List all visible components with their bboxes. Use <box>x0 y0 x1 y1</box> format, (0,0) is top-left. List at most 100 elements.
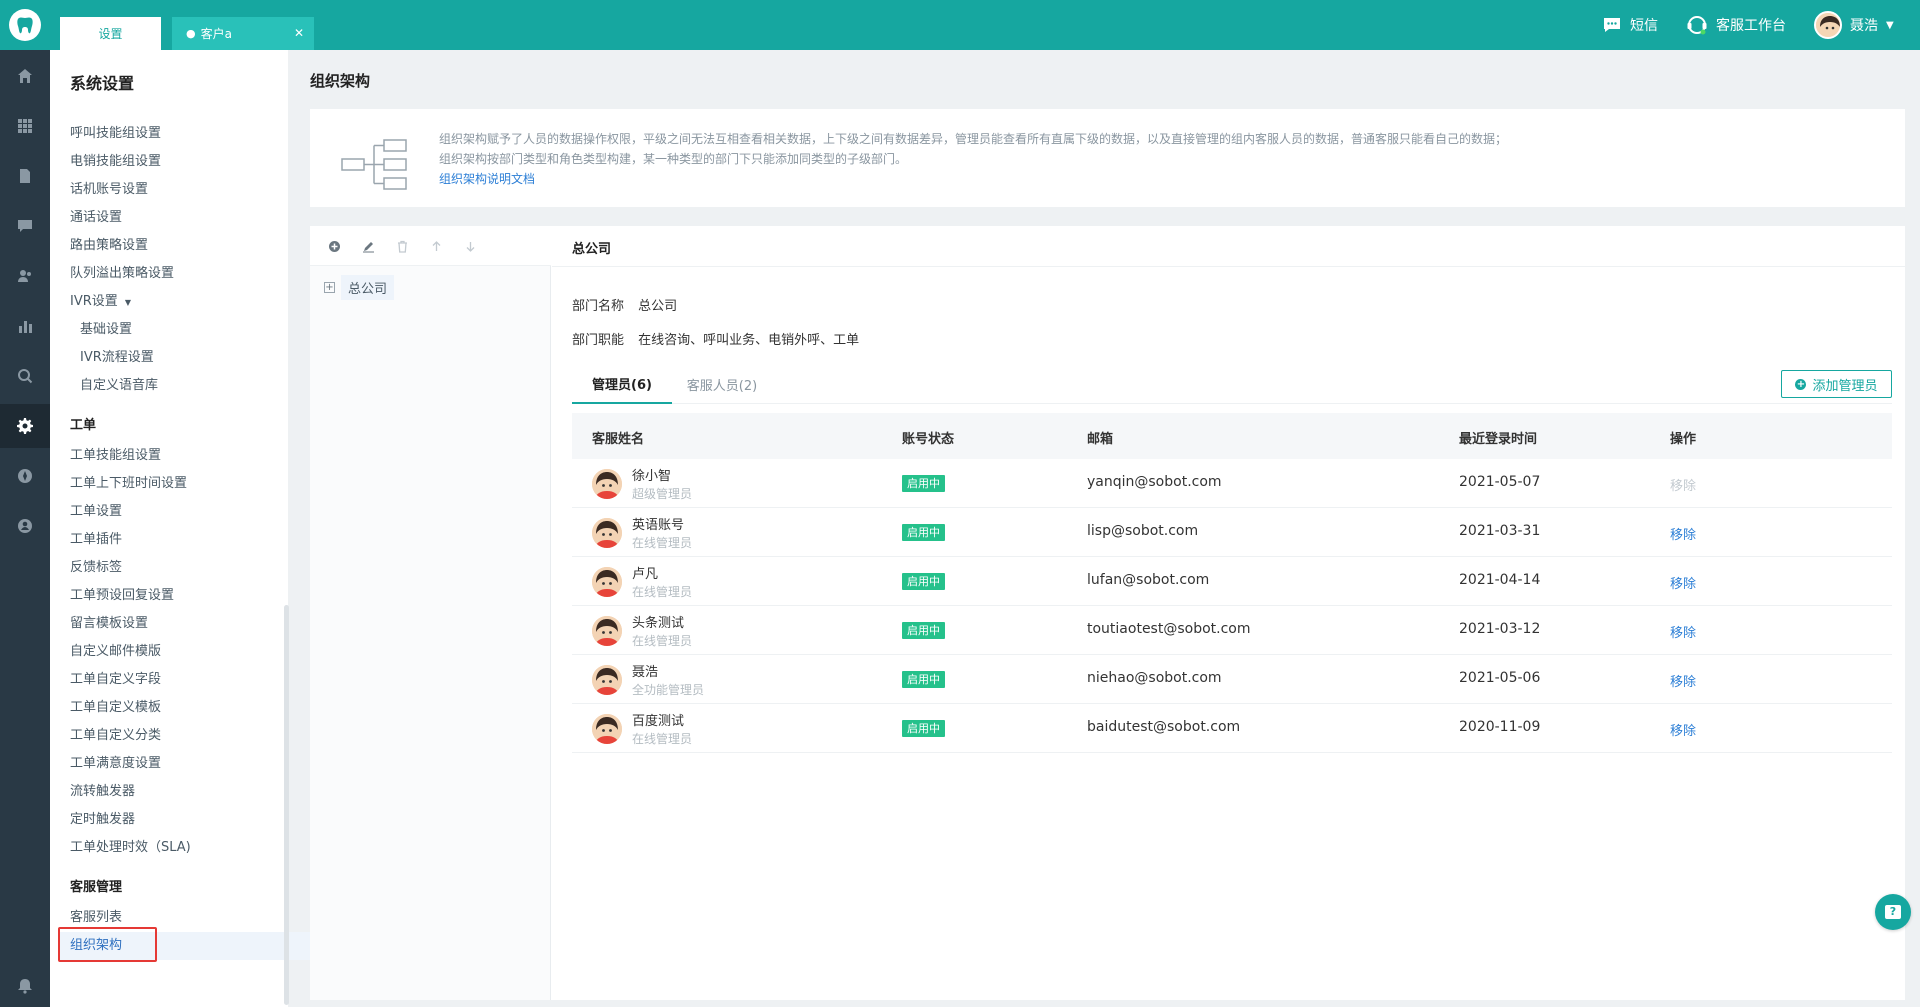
help-button[interactable]: ? <box>1875 894 1911 930</box>
nav-knowledge[interactable] <box>0 454 50 498</box>
nav-notifications[interactable] <box>0 964 50 1007</box>
staff-name: 英语账号 <box>632 518 685 533</box>
arrow-up-icon <box>432 240 440 251</box>
users-icon <box>18 270 31 282</box>
sidebar-item[interactable]: 工单上下班时间设置 <box>70 472 187 491</box>
sidebar-item[interactable]: 自定义语音库 <box>80 374 158 393</box>
chevron-down-icon: ▼ <box>1886 19 1894 31</box>
nav-settings[interactable] <box>0 404 50 448</box>
remove-button[interactable]: 移除 <box>1670 720 1696 739</box>
plus-circle-icon <box>328 240 340 252</box>
dept-name-value: 总公司 <box>638 299 678 314</box>
expand-icon[interactable]: + <box>324 281 335 293</box>
org-panel: + 总公司 总公司 部门名称 总公司 部门职能 在线咨询、呼叫业务、电销外呼、工… <box>310 226 1905 1000</box>
sidebar-scrollbar[interactable] <box>284 605 289 1005</box>
sidebar-item[interactable]: 工单技能组设置 <box>70 444 161 463</box>
sidebar-item[interactable]: 队列溢出策略设置 <box>70 262 174 281</box>
org-chart-icon <box>340 137 410 195</box>
doc-link[interactable]: 组织架构说明文档 <box>439 169 1507 189</box>
sms-button[interactable]: 短信 <box>1602 0 1658 50</box>
sidebar-item[interactable]: 呼叫技能组设置 <box>70 122 161 141</box>
sidebar-item[interactable]: 流转触发器 <box>70 780 135 799</box>
tab-settings[interactable]: 设置 <box>60 17 161 50</box>
department-title: 总公司 <box>572 242 612 257</box>
sidebar-item[interactable]: 反馈标签 <box>70 556 122 575</box>
department-detail: 总公司 部门名称 总公司 部门职能 在线咨询、呼叫业务、电销外呼、工单 管理员(… <box>552 226 1905 1000</box>
sidebar-item[interactable]: 工单满意度设置 <box>70 752 161 771</box>
nav-chat[interactable] <box>0 204 50 248</box>
nav-home[interactable] <box>0 54 50 98</box>
plus-icon: + <box>1795 378 1807 390</box>
sidebar-item[interactable]: 工单预设回复设置 <box>70 584 174 603</box>
add-node-button[interactable] <box>326 238 342 254</box>
dept-func-value: 在线咨询、呼叫业务、电销外呼、工单 <box>638 333 860 348</box>
tab-customer[interactable]: ● 客户a ✕ <box>172 17 314 50</box>
remove-button[interactable]: 移除 <box>1670 671 1696 690</box>
staff-name: 徐小智 <box>632 469 672 484</box>
sidebar-item[interactable]: 基础设置 <box>80 318 132 337</box>
remove-button[interactable]: 移除 <box>1670 622 1696 641</box>
sidebar-item[interactable]: 客服列表 <box>70 906 122 925</box>
avatar <box>592 665 622 695</box>
move-up-button[interactable] <box>428 238 444 254</box>
staff-role: 在线管理员 <box>632 585 693 599</box>
staff-email: lufan@sobot.com <box>1087 572 1210 588</box>
sidebar-item[interactable]: 定时触发器 <box>70 808 135 827</box>
sidebar-item[interactable]: IVR流程设置 <box>80 346 154 365</box>
avatar <box>1814 11 1842 39</box>
sidebar-item[interactable]: 工单设置 <box>70 500 122 519</box>
move-down-button[interactable] <box>462 238 478 254</box>
edit-node-button[interactable] <box>360 238 376 254</box>
column-header: 客服姓名 <box>592 432 645 447</box>
remove-button: 移除 <box>1670 479 1697 494</box>
sidebar-item[interactable]: 工单自定义分类 <box>70 724 161 743</box>
close-icon[interactable]: ✕ <box>294 26 304 40</box>
nav-apps[interactable] <box>0 104 50 148</box>
sidebar-item[interactable]: 电销技能组设置 <box>70 150 161 169</box>
sidebar-item[interactable]: 工单处理时效（SLA) <box>70 836 191 855</box>
table-header: 客服姓名 账号状态 邮箱 最近登录时间 操作 <box>572 413 1892 459</box>
staff-email: niehao@sobot.com <box>1087 670 1222 686</box>
staff-role: 在线管理员 <box>632 536 693 550</box>
nav-search[interactable] <box>0 354 50 398</box>
sidebar-item[interactable]: 自定义邮件模版 <box>70 640 161 659</box>
user-menu[interactable]: 聂浩 ▼ <box>1814 0 1894 50</box>
nav-customers[interactable] <box>0 254 50 298</box>
nav-stats[interactable] <box>0 304 50 348</box>
status-badge: 启用中 <box>902 475 945 492</box>
tree-node-root[interactable]: + 总公司 <box>324 274 395 300</box>
workbench-button[interactable]: 客服工作台 <box>1686 0 1786 50</box>
sidebar-item[interactable]: 工单自定义字段 <box>70 668 161 687</box>
tab-admins[interactable]: 管理员(6) <box>572 364 672 404</box>
sidebar-item-ivr[interactable]: IVR设置 ▼ <box>70 290 131 309</box>
app-logo[interactable] <box>9 9 41 41</box>
table-row: 卢凡 在线管理员 启用中 lufan@sobot.com 2021-04-14 移除 <box>572 557 1892 606</box>
staff-name: 聂浩 <box>632 665 659 680</box>
avatar <box>592 567 622 597</box>
remove-button[interactable]: 移除 <box>1670 524 1696 543</box>
nav-tickets[interactable] <box>0 154 50 198</box>
sidebar-title: 系统设置 <box>70 74 135 93</box>
sidebar-item[interactable]: 工单插件 <box>70 528 122 547</box>
nav-account[interactable] <box>0 504 50 548</box>
headset-icon <box>1686 14 1708 36</box>
add-admin-button[interactable]: + 添加管理员 <box>1781 370 1892 398</box>
sidebar-item[interactable]: 话机账号设置 <box>70 178 148 197</box>
grid-icon <box>18 119 32 133</box>
highlight-box <box>58 927 157 962</box>
org-tree: + 总公司 <box>310 226 551 1000</box>
sidebar-item[interactable]: 通话设置 <box>70 206 122 225</box>
remove-button[interactable]: 移除 <box>1670 573 1696 592</box>
tab-staff[interactable]: 客服人员(2) <box>672 364 772 404</box>
bar-chart-icon <box>19 321 32 333</box>
delete-node-button[interactable] <box>394 238 410 254</box>
sidebar-section-staff: 客服管理 <box>70 880 123 895</box>
table-row: 头条测试 在线管理员 启用中 toutiaotest@sobot.com 2021-03… <box>572 606 1892 655</box>
staff-name: 百度测试 <box>632 714 685 729</box>
avatar <box>592 469 622 499</box>
sidebar-item[interactable]: 工单自定义模板 <box>70 696 161 715</box>
sidebar-item[interactable]: 留言模板设置 <box>70 612 148 631</box>
sidebar-item[interactable]: 路由策略设置 <box>70 234 148 253</box>
dept-func-label: 部门职能 <box>572 333 625 348</box>
page-title: 组织架构 <box>310 72 371 90</box>
